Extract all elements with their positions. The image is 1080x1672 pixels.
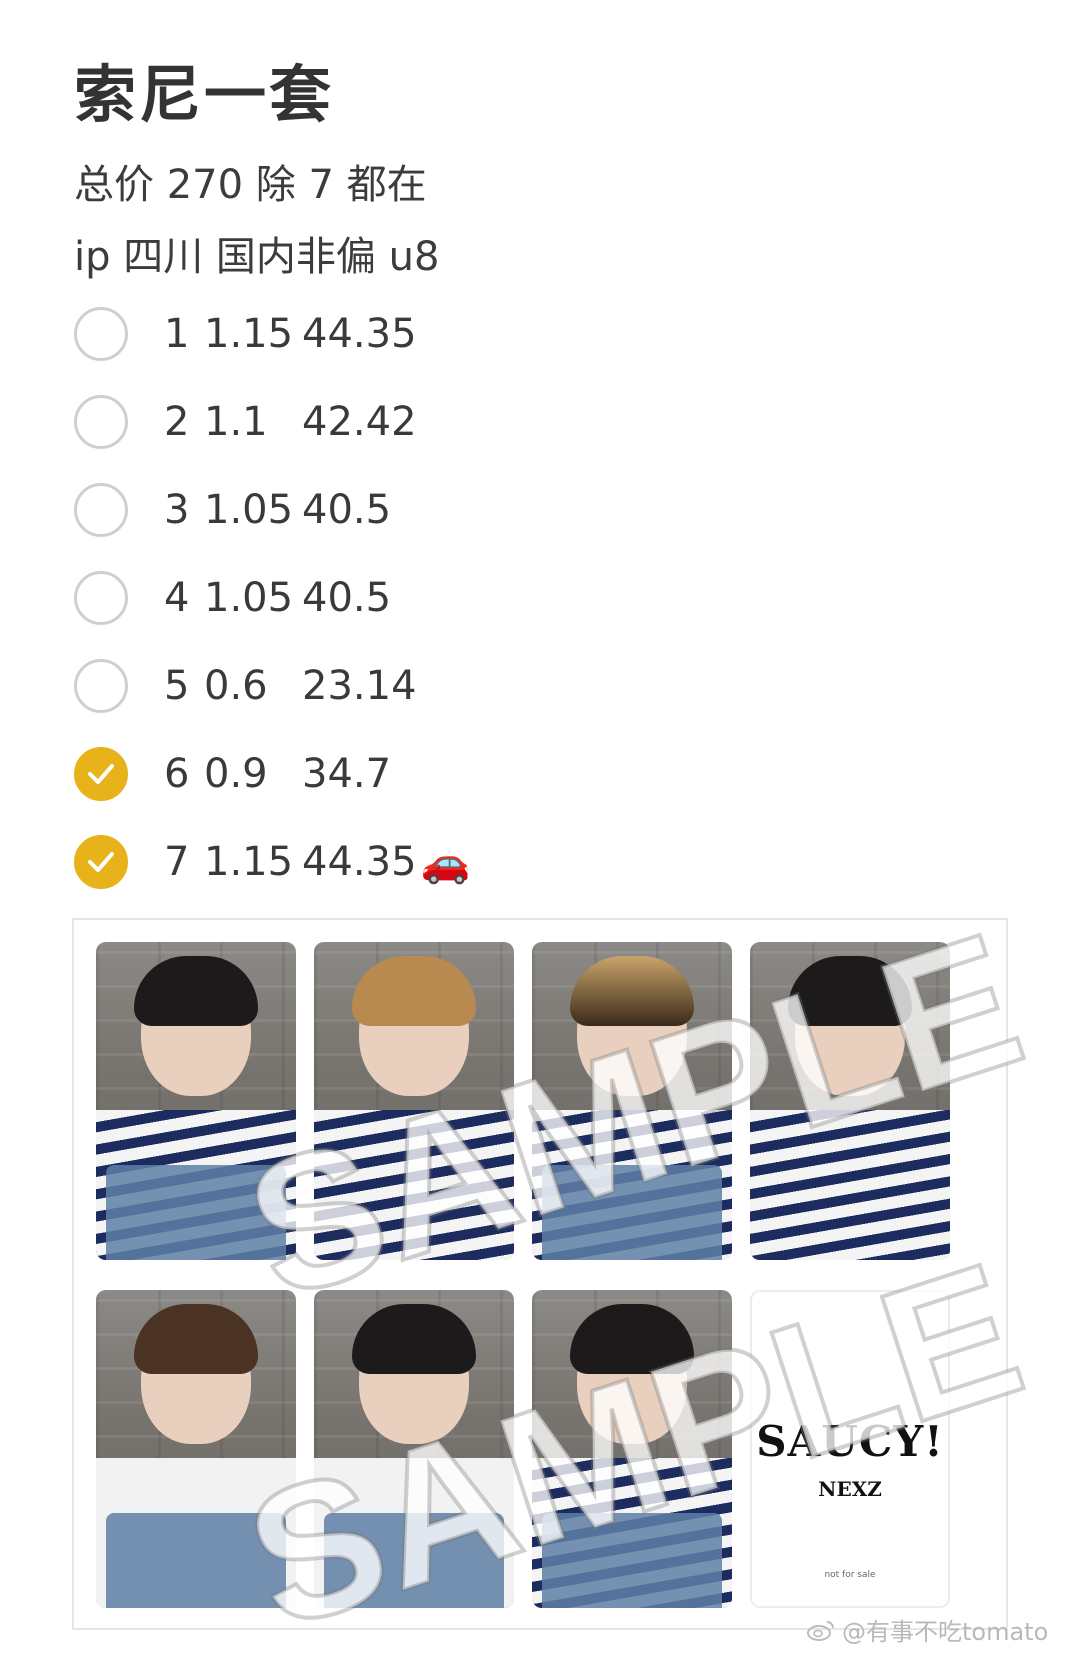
checkmark-icon: [88, 764, 114, 784]
item-ratio: 1.15: [204, 839, 294, 885]
checkbox-circle[interactable]: [74, 659, 128, 713]
photocard: [96, 942, 296, 1260]
item-number: 4: [164, 575, 190, 621]
photocard: [532, 942, 732, 1260]
item-number: 7: [164, 839, 190, 885]
car-emoji: 🚗: [420, 839, 471, 886]
item-price: 40.5: [302, 575, 392, 621]
weibo-watermark: @有事不吃tomato: [806, 1612, 1048, 1647]
item-ratio: 1.05: [204, 487, 294, 533]
item-number: 3: [164, 487, 190, 533]
checkbox-circle[interactable]: [74, 571, 128, 625]
logo-card-footer: not for sale: [824, 1570, 876, 1580]
item-price: 44.35: [302, 839, 417, 885]
weibo-icon: [807, 1620, 834, 1641]
checklist-item[interactable]: 2 1.1 42.42: [74, 378, 470, 466]
checklist-item[interactable]: 5 0.6 23.14: [74, 642, 470, 730]
item-number: 5: [164, 663, 190, 709]
photocard-sheet-image: SAUCY! NEXZ not for sale SAMPLE SAMPLE: [72, 891, 1045, 1671]
checklist: 1 1.15 44.35 2 1.1 42.42 3 1.05 40.5 4 1.05 40.5…: [74, 290, 470, 906]
item-ratio: 1.05: [204, 575, 294, 621]
item-price: 40.5: [302, 487, 392, 533]
item-ratio: 0.6: [204, 663, 268, 709]
checkmark-icon: [88, 852, 114, 872]
checklist-item[interactable]: 6 0.9 34.7: [74, 730, 470, 818]
item-price: 34.7: [302, 751, 392, 797]
item-ratio: 1.1: [204, 399, 268, 445]
post-title: 索尼一套: [74, 58, 335, 131]
post-line-price: 总价 270 除 7 都在: [74, 162, 427, 208]
item-price: 23.14: [302, 663, 417, 709]
item-number: 2: [164, 399, 190, 445]
post-line-ip: ip 四川 国内非偏 u8: [74, 234, 440, 280]
item-ratio: 0.9: [204, 751, 268, 797]
checklist-item[interactable]: 7 1.15 44.35 🚗: [74, 818, 470, 906]
item-price: 42.42: [302, 399, 417, 445]
item-ratio: 1.15: [204, 311, 294, 357]
checklist-item[interactable]: 4 1.05 40.5: [74, 554, 470, 642]
group-logo: NEXZ: [818, 1477, 882, 1501]
checkbox-circle[interactable]: [74, 835, 128, 889]
photocard: [750, 942, 950, 1260]
checklist-item[interactable]: 1 1.15 44.35: [74, 290, 470, 378]
item-number: 1: [164, 311, 190, 357]
checkbox-circle[interactable]: [74, 395, 128, 449]
item-number: 6: [164, 751, 190, 797]
album-logo: SAUCY!: [756, 1417, 944, 1466]
checklist-item[interactable]: 3 1.05 40.5: [74, 466, 470, 554]
photocard: [314, 942, 514, 1260]
watermark-text: @有事不吃tomato: [842, 1618, 1049, 1646]
checkbox-circle[interactable]: [74, 483, 128, 537]
photocard: [314, 1290, 514, 1608]
photocard: [96, 1290, 296, 1608]
item-price: 44.35: [302, 311, 417, 357]
checkbox-circle[interactable]: [74, 747, 128, 801]
photocard: [532, 1290, 732, 1608]
checkbox-circle[interactable]: [74, 307, 128, 361]
logo-card: SAUCY! NEXZ not for sale: [750, 1290, 950, 1608]
